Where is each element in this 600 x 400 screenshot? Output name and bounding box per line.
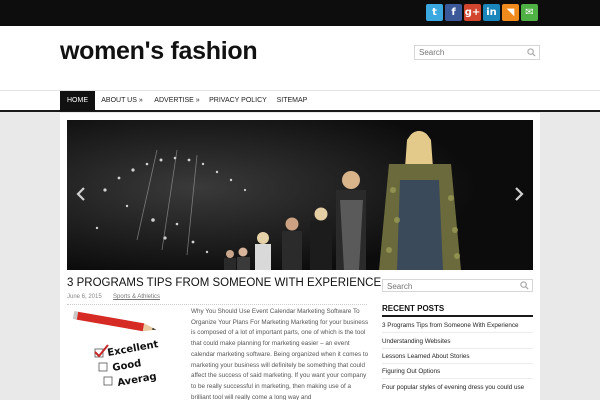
nav-advertise[interactable]: ADVERTISE »: [152, 91, 202, 111]
site-header: women's fashion: [0, 26, 600, 90]
post-divider: [67, 304, 367, 305]
google-plus-icon[interactable]: g+: [464, 4, 481, 21]
recent-posts-heading: RECENT POSTS: [382, 304, 445, 313]
site-title[interactable]: women's fashion: [60, 36, 258, 66]
nav-home[interactable]: HOME: [60, 91, 95, 111]
recent-post-link[interactable]: Lessons Learned About Stories: [382, 352, 533, 361]
top-bar: t f g+ in ◥ ✉: [0, 0, 600, 26]
sidebar-search-box[interactable]: [382, 279, 533, 292]
email-icon[interactable]: ✉: [521, 4, 538, 21]
recent-separator: [382, 378, 533, 379]
nav-sitemap[interactable]: SITEMAP: [273, 91, 311, 111]
post-thumbnail[interactable]: Excellent Good Averag: [70, 309, 185, 400]
search-icon[interactable]: [520, 281, 529, 290]
post-category-link[interactable]: Sports & Athletics: [113, 293, 160, 301]
main-navigation: HOME ABOUT US » ADVERTISE » PRIVACY POLI…: [0, 90, 600, 112]
linkedin-icon[interactable]: in: [483, 4, 500, 21]
post-title[interactable]: 3 PROGRAMS TIPS FROM SOMEONE WITH EXPERI…: [67, 275, 381, 291]
post-excerpt: Why You Should Use Event Calendar Market…: [191, 308, 369, 400]
rss-icon[interactable]: ◥: [502, 4, 519, 21]
recent-separator: [382, 332, 533, 333]
twitter-icon[interactable]: t: [426, 4, 443, 21]
slider-image: [67, 120, 533, 270]
slider-prev-arrow[interactable]: [75, 186, 87, 202]
checklist-pencil-image: Excellent Good Averag: [70, 309, 185, 400]
recent-separator: [382, 363, 533, 364]
featured-slider[interactable]: [67, 120, 533, 270]
recent-post-link[interactable]: Figuring Out Options: [382, 367, 533, 376]
header-search-input[interactable]: [419, 47, 519, 58]
recent-post-link[interactable]: Understanding Websites: [382, 337, 533, 346]
recent-separator: [382, 348, 533, 349]
facebook-icon[interactable]: f: [445, 4, 462, 21]
recent-post-link[interactable]: 3 Programs Tips from Someone With Experi…: [382, 321, 533, 330]
sidebar-search-input[interactable]: [387, 281, 487, 292]
post-date: June 6, 2015: [67, 294, 102, 300]
search-icon[interactable]: [527, 48, 536, 57]
slider-next-arrow[interactable]: [513, 186, 525, 202]
nav-about-us[interactable]: ABOUT US »: [97, 91, 147, 111]
post-meta: June 6, 2015 Sports & Athletics: [67, 293, 160, 301]
recent-posts-rule: [382, 315, 533, 317]
recent-post-link[interactable]: Four popular styles of evening dress you…: [382, 383, 533, 392]
nav-privacy-policy[interactable]: PRIVACY POLICY: [208, 91, 268, 111]
header-search-box[interactable]: [414, 45, 540, 60]
